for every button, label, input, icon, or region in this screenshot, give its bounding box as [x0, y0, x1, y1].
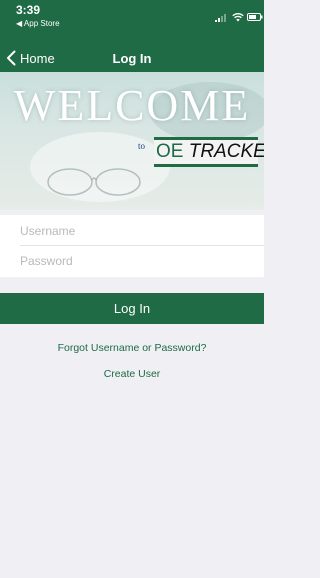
username-input[interactable] [20, 216, 264, 246]
password-input[interactable] [20, 246, 264, 276]
welcome-to-text: to [138, 141, 146, 151]
status-time: 3:39 [16, 3, 41, 17]
log-in-button[interactable]: Log In [0, 293, 264, 324]
logo-prefix: OE [156, 141, 184, 162]
battery-icon [247, 13, 263, 21]
signal-icon [215, 14, 226, 22]
wifi-icon [232, 12, 244, 22]
welcome-heading: WELCOME [13, 81, 251, 130]
logo-suffix: TRACKER [188, 141, 264, 162]
navigation-bar: Home Log In [0, 44, 264, 72]
forgot-credentials-link[interactable]: Forgot Username or Password? [0, 342, 264, 354]
page-title: Log In [112, 51, 152, 66]
eyeglasses-image [47, 168, 141, 196]
welcome-banner: WELCOME to OE TRACKER [0, 72, 264, 210]
create-user-link[interactable]: Create User [0, 368, 264, 380]
top-bar: 3:39 ◀ App Store Home Log In [0, 0, 264, 72]
back-to-app-link[interactable]: ◀ App Store [16, 19, 60, 28]
oe-tracker-logo: OE TRACKER [154, 140, 264, 164]
status-bar: 3:39 ◀ App Store [0, 0, 264, 36]
brand-stripe-bottom [154, 164, 258, 167]
login-form [0, 215, 264, 277]
